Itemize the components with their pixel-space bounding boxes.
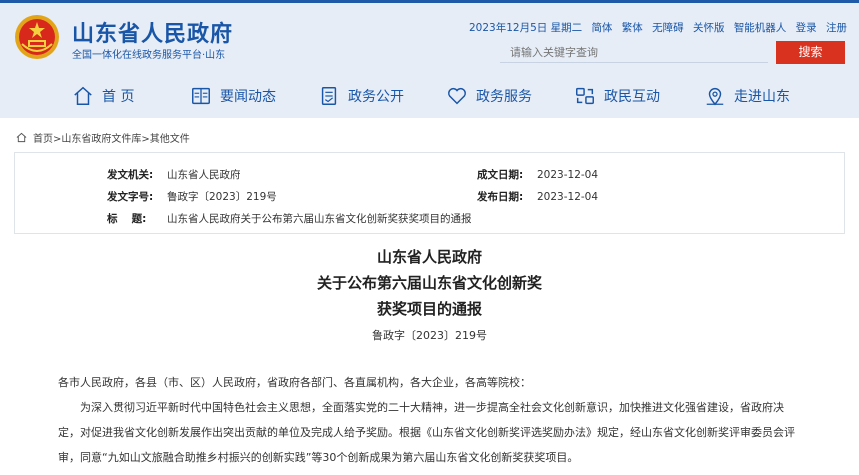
- top-accent-bar: [0, 0, 859, 3]
- link-accessibility[interactable]: 无障碍: [652, 22, 684, 34]
- document-paragraph: 为深入贯彻习近平新时代中国特色社会主义思想，全面落实党的二十大精神，进一步提高全…: [58, 401, 784, 414]
- nav-item-home[interactable]: 首 页: [72, 82, 134, 110]
- meta-created-date: 成文日期: 2023-12-04: [477, 167, 598, 182]
- meta-label: 标 题:: [107, 213, 147, 225]
- national-emblem-icon[interactable]: [14, 14, 60, 60]
- breadcrumb-text[interactable]: 首页>山东省政府文件库>其他文件: [33, 130, 190, 145]
- document-title-line: 关于公布第六届山东省文化创新奖: [316, 274, 542, 292]
- nav-label: 政民互动: [604, 89, 660, 105]
- meta-issuer: 发文机关: 山东省人民政府: [107, 167, 241, 182]
- nav-label: 要闻动态: [220, 89, 276, 105]
- meta-label: 发文机关:: [107, 169, 154, 181]
- document-title-line: 获奖项目的通报: [376, 300, 482, 318]
- site-subtitle: 全国一体化在线政务服务平台·山东: [72, 50, 226, 61]
- link-simplified[interactable]: 简体: [591, 22, 612, 34]
- nav-label: 政务公开: [348, 89, 404, 105]
- nav-label: 首 页: [102, 89, 135, 105]
- search-button[interactable]: 搜索: [776, 41, 845, 64]
- document-meta-panel: 发文机关: 山东省人民政府 发文字号: 鲁政字〔2023〕219号 标 题: 山东省人…: [14, 152, 845, 234]
- meta-value: 2023-12-04: [537, 191, 599, 203]
- nav-item-services[interactable]: 政务服务: [446, 82, 532, 110]
- document-number: 鲁政字〔2023〕219号: [372, 329, 487, 342]
- search-input[interactable]: [500, 43, 768, 63]
- document-paragraph: 审，同意“九如山文旅融合助推乡村振兴的创新实践”等30个创新成果为第六届山东省文…: [58, 451, 579, 464]
- link-login[interactable]: 登录: [796, 22, 817, 34]
- breadcrumb: 首页>山东省政府文件库>其他文件: [16, 130, 190, 145]
- top-links: 2023年12月5日 星期二 简体 繁体 无障碍 关怀版 智能机器人 登录 注册: [469, 20, 847, 35]
- meta-value: 2023-12-04: [537, 169, 599, 181]
- nav-item-shandong[interactable]: 走进山东: [704, 82, 790, 110]
- meta-value: 鲁政字〔2023〕219号: [167, 191, 277, 203]
- location-icon: [706, 88, 724, 106]
- meta-label: 成文日期:: [477, 169, 524, 181]
- current-date: 2023年12月5日 星期二: [468, 22, 583, 34]
- meta-value: 山东省人民政府关于公布第六届山东省文化创新奖获奖项目的通报: [167, 213, 472, 225]
- meta-published-date: 发布日期: 2023-12-04: [477, 189, 598, 204]
- link-register[interactable]: 注册: [826, 22, 847, 34]
- site-header: 山东省人民政府 全国一体化在线政务服务平台·山东 2023年12月5日 星期二 …: [0, 0, 859, 118]
- home-icon[interactable]: [16, 132, 27, 143]
- nav-item-gov-affairs[interactable]: 政务公开: [318, 82, 404, 110]
- nav-label: 走进山东: [734, 89, 790, 105]
- heart-icon: [448, 87, 466, 105]
- meta-value: 山东省人民政府: [167, 169, 241, 181]
- news-icon: [192, 87, 210, 105]
- link-robot[interactable]: 智能机器人: [734, 22, 787, 34]
- meta-label: 发布日期:: [477, 191, 524, 203]
- document-paragraph: 定，对促进我省文化创新发展作出突出贡献的单位及完成人给予奖励。根据《山东省文化创…: [58, 426, 795, 439]
- nav-label: 政务服务: [476, 89, 532, 105]
- meta-label: 发文字号:: [107, 191, 154, 203]
- document-paragraph: 各市人民政府，各县（市、区）人民政府，省政府各部门、各直属机构，各大企业，各高等…: [58, 376, 531, 389]
- site-title[interactable]: 山东省人民政府: [72, 16, 233, 48]
- interaction-icon: [576, 87, 594, 105]
- meta-number: 发文字号: 鲁政字〔2023〕219号: [107, 189, 277, 204]
- link-traditional[interactable]: 繁体: [622, 22, 643, 34]
- home-icon: [74, 86, 92, 105]
- link-care-mode[interactable]: 关怀版: [693, 22, 725, 34]
- document-icon: [321, 87, 337, 105]
- document-title-line: 山东省人民政府: [376, 248, 482, 266]
- meta-title: 标 题: 山东省人民政府关于公布第六届山东省文化创新奖获奖项目的通报: [107, 211, 472, 226]
- nav-item-interaction[interactable]: 政民互动: [574, 82, 660, 110]
- nav-item-news[interactable]: 要闻动态: [190, 82, 276, 110]
- main-nav: 首 页 要闻动态 政务公开 政务服务 政民互动 走进山东: [0, 76, 859, 116]
